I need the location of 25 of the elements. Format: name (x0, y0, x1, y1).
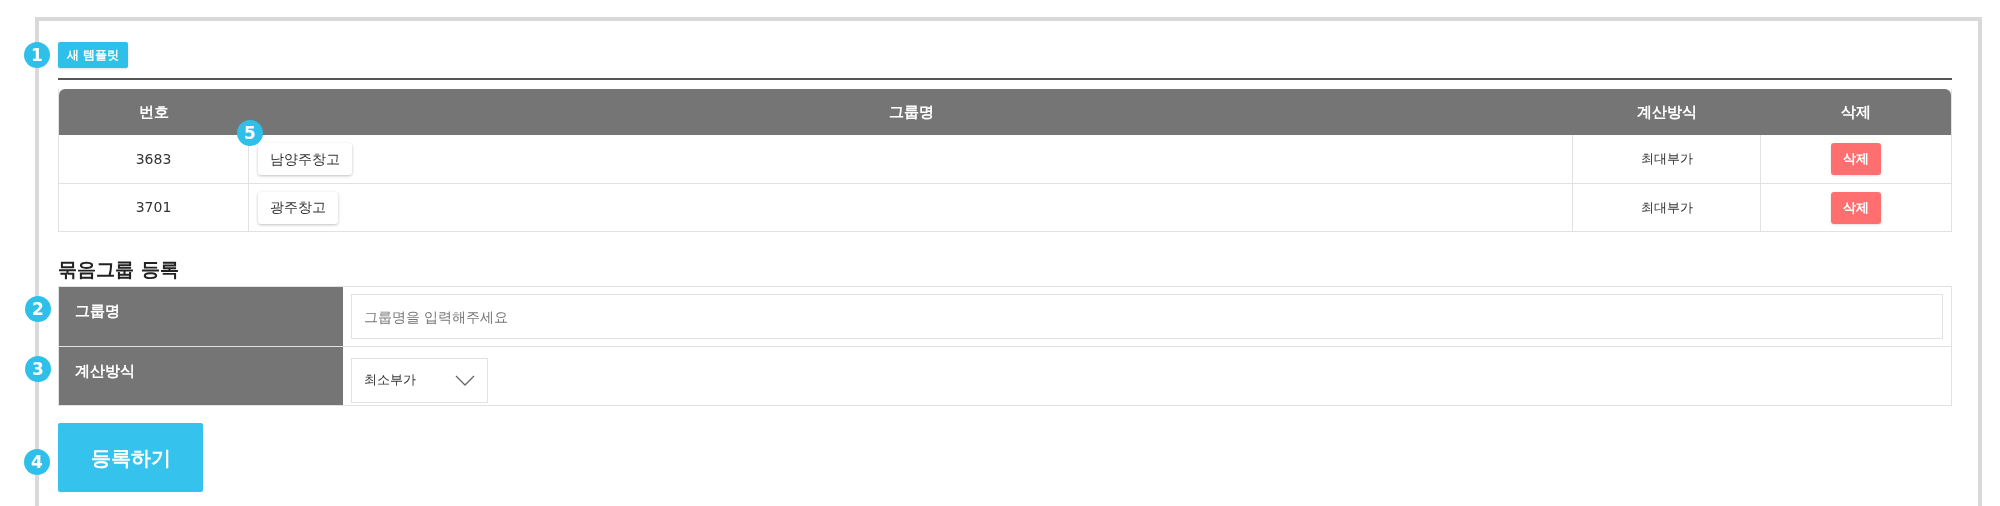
new-template-button[interactable]: 새 템플릿 (58, 42, 129, 68)
table-cell-text: 최대부가 (1640, 150, 1693, 169)
calc-method-select[interactable]: 최소부가 (351, 357, 488, 403)
step-marker: 1 (24, 42, 50, 68)
field-label: 그룹명 (75, 302, 120, 320)
column-header: 그룹명 (888, 101, 934, 123)
section-title: 묶음그룹 등록 (58, 257, 179, 281)
delete-button[interactable]: 삭제 (1831, 191, 1881, 224)
step-marker: 5 (237, 120, 263, 146)
delete-button[interactable]: 삭제 (1831, 143, 1881, 175)
group-name-field[interactable]: 그룹명을 입력해주세요 (351, 294, 1943, 339)
table-cell-text: 3701 (135, 198, 172, 217)
column-header: 삭제 (1841, 101, 1871, 123)
group-name-tag[interactable]: 남양주창고 (258, 143, 352, 175)
group-name-tag[interactable]: 광주창고 (258, 191, 338, 224)
step-marker: 2 (25, 296, 51, 322)
field-label: 계산방식 (75, 362, 135, 380)
step-marker: 3 (25, 356, 51, 382)
step-marker: 4 (24, 449, 50, 475)
column-header: 계산방식 (1637, 101, 1697, 123)
register-button[interactable]: 등록하기 (58, 423, 203, 492)
chevron-down-icon (455, 374, 475, 386)
column-header: 번호 (139, 101, 169, 123)
table-cell-text: 3683 (135, 149, 172, 169)
table-cell-text: 최대부가 (1640, 198, 1693, 217)
